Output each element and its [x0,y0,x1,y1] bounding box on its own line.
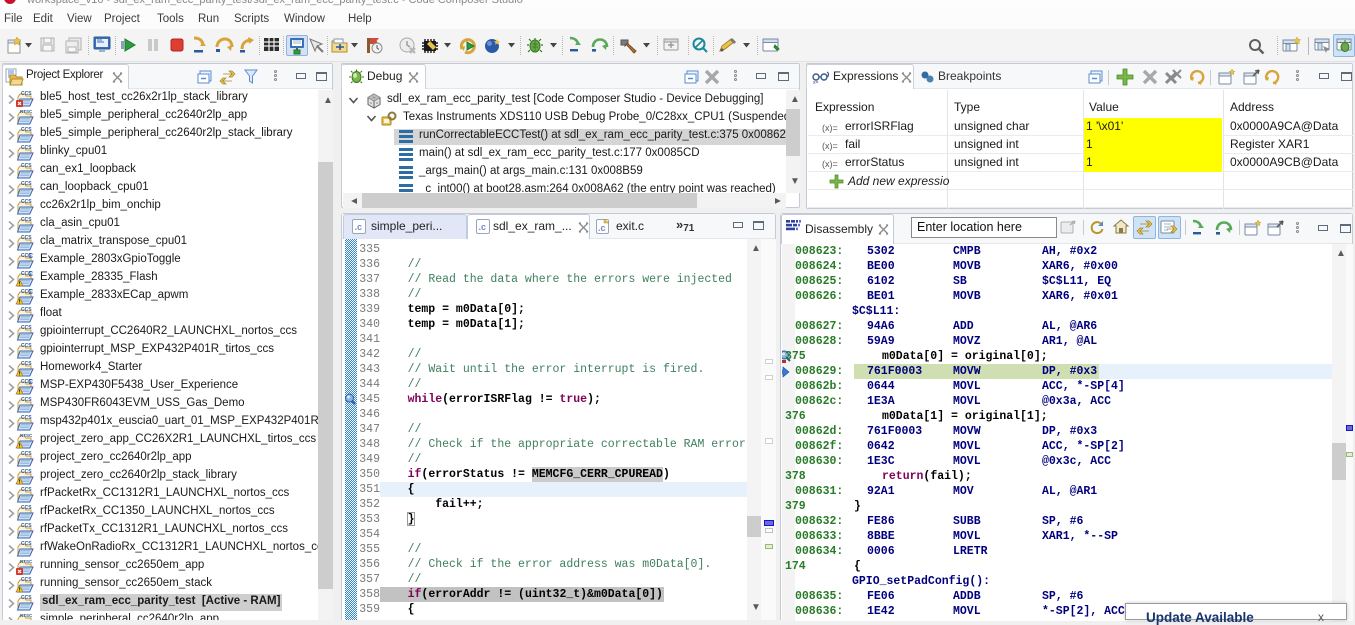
svg-text:CCS: CCS [21,181,32,187]
svg-text:C: C [28,289,33,296]
svg-text:CCS: CCS [21,145,32,151]
svg-text:.c: .c [355,222,363,232]
svg-text:x=: x= [813,80,819,86]
svg-text:RTSC: RTSC [20,613,33,618]
svg-text:RTSC: RTSC [20,559,33,564]
svg-text:C: C [28,271,33,278]
svg-text:.c: .c [479,222,487,232]
svg-text:CCS: CCS [21,325,32,331]
svg-text:CCS: CCS [21,163,32,169]
svg-text:CCS: CCS [21,487,32,493]
svg-text:CCS: CCS [21,343,32,349]
svg-text:CCS: CCS [21,307,32,313]
svg-text:RTSC: RTSC [20,433,33,438]
svg-text:(x)=: (x)= [822,123,838,133]
svg-text:CCS: CCS [21,199,32,205]
svg-text:CCS: CCS [21,469,32,475]
svg-text:.c: .c [598,223,606,233]
svg-text:CCS: CCS [21,451,32,457]
svg-text:CCS: CCS [21,91,32,97]
svg-text:CCS: CCS [21,235,32,241]
svg-text:(x)=: (x)= [822,141,838,151]
svg-text:CCS: CCS [21,361,32,367]
svg-text:CCS: CCS [21,217,32,223]
svg-text:CCS: CCS [21,415,32,421]
svg-text:CCS: CCS [21,595,32,601]
svg-text:(x)=: (x)= [822,159,838,169]
svg-text:CCS: CCS [21,127,32,133]
svg-text:C: C [28,379,33,386]
svg-text:RTSC: RTSC [20,109,33,114]
svg-text:CCS: CCS [21,397,32,403]
svg-text:C: C [28,253,33,260]
svg-text:CCS: CCS [21,505,32,511]
svg-text:CCS: CCS [21,577,32,583]
svg-text:CCS: CCS [21,523,32,529]
svg-text:CCS: CCS [21,541,32,547]
